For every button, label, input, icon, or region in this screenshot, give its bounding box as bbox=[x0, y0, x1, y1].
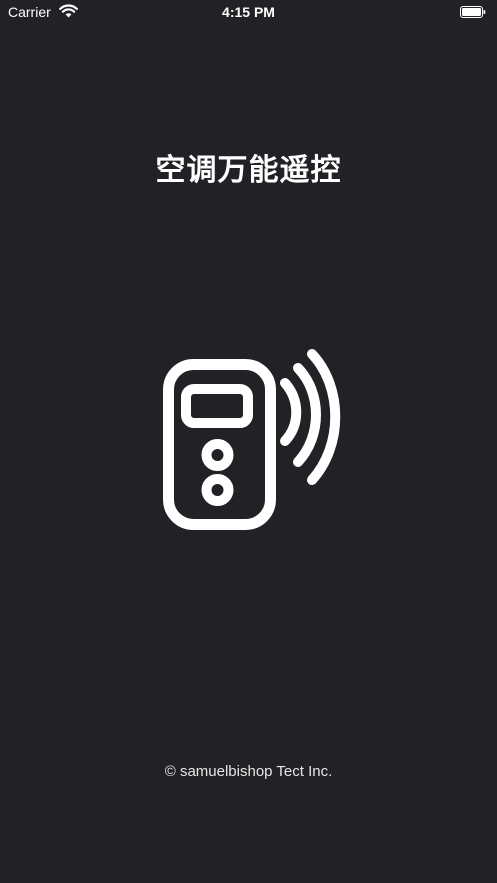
app-title: 空调万能遥控 bbox=[155, 153, 342, 188]
remote-control-signal-icon bbox=[163, 349, 341, 530]
copyright-text: © samuelbishop Tect Inc. bbox=[164, 763, 333, 780]
status-time: 4:15 PM bbox=[222, 4, 275, 20]
status-bar: Carrier 4:15 PM bbox=[0, 0, 497, 26]
battery-icon bbox=[460, 6, 486, 18]
